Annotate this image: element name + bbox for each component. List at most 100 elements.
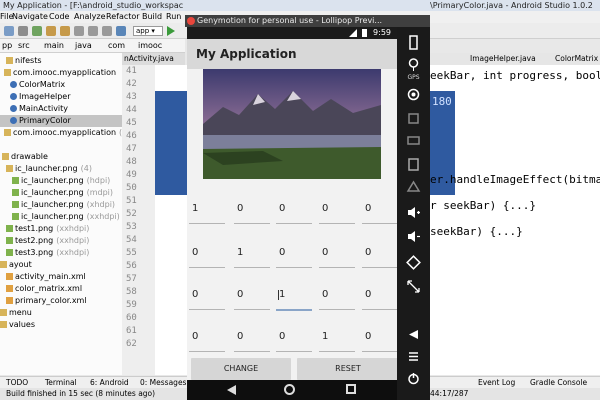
matrix-cell-input[interactable]: 0	[192, 331, 198, 342]
reset-button[interactable]: RESET	[297, 358, 399, 380]
tree-item[interactable]: test1.png (xxhdpi)	[0, 223, 89, 235]
tree-item[interactable]: color_matrix.xml	[0, 283, 82, 295]
menu-build[interactable]: Build	[142, 11, 162, 23]
menu-analyze[interactable]: Analyze	[74, 11, 106, 23]
matrix-cell-input[interactable]: 1	[279, 289, 285, 300]
tree-item[interactable]: activity_main.xml	[0, 271, 86, 283]
matrix-cell-input[interactable]: 0	[237, 289, 243, 300]
matrix-cell-input[interactable]: 1	[192, 203, 198, 214]
folder-icon	[4, 69, 11, 76]
save-icon[interactable]	[18, 26, 28, 36]
breadcrumb-item[interactable]: java	[75, 39, 92, 53]
id-icon[interactable]	[406, 133, 421, 148]
remote-control-icon[interactable]	[406, 111, 421, 126]
camera-icon[interactable]	[406, 87, 421, 102]
tree-item[interactable]: menu	[0, 307, 32, 319]
breadcrumb-item[interactable]: pp	[2, 39, 12, 53]
redo-icon[interactable]	[60, 26, 70, 36]
run-config-select[interactable]: app ▾	[133, 26, 163, 36]
caret-position[interactable]: 44:17/287	[430, 388, 468, 400]
tree-item[interactable]: com.imooc.myapplication	[0, 67, 116, 79]
tree-item[interactable]: ColorMatrix	[0, 79, 65, 91]
tree-item[interactable]: nifests	[0, 55, 42, 67]
network-icon[interactable]	[406, 179, 421, 194]
tree-item[interactable]: ic_launcher.png (xhdpi)	[0, 199, 115, 211]
tab-color-matrix[interactable]: ColorMatrix	[555, 53, 598, 65]
matrix-cell-input[interactable]: 0	[192, 247, 198, 258]
device-screen[interactable]: 9:59 My Application CHANGE RESET 1 0 0 0…	[187, 27, 399, 400]
line-number: 62	[126, 339, 137, 349]
tab-main-activity[interactable]: nActivity.java	[120, 53, 185, 65]
find-icon[interactable]	[116, 26, 126, 36]
copy-icon[interactable]	[88, 26, 98, 36]
tree-item[interactable]: MainActivity	[0, 103, 68, 115]
menu-navigate[interactable]: Navigate	[12, 11, 48, 23]
matrix-cell-input[interactable]: 0	[322, 247, 328, 258]
matrix-cell-input[interactable]: 0	[237, 203, 243, 214]
menu-code[interactable]: Code	[49, 11, 69, 23]
code-line: eekBar, int progress, boole	[430, 69, 600, 82]
tree-item[interactable]: drawable	[0, 151, 48, 163]
menu-icon[interactable]	[406, 349, 421, 364]
sync-icon[interactable]	[32, 26, 42, 36]
matrix-cell-input[interactable]: 0	[365, 331, 371, 342]
scale-icon[interactable]	[406, 279, 421, 294]
code-line: seekBar) {...}	[430, 225, 523, 238]
volume-down-icon[interactable]	[406, 229, 421, 244]
battery-widget-icon[interactable]	[406, 35, 421, 50]
tree-item[interactable]: test2.png (xxhdpi)	[0, 235, 89, 247]
matrix-cell-input[interactable]: 0	[279, 203, 285, 214]
home-icon[interactable]	[284, 384, 295, 395]
change-button[interactable]: CHANGE	[191, 358, 291, 380]
matrix-cell-input[interactable]: 0	[279, 331, 285, 342]
cut-icon[interactable]	[74, 26, 84, 36]
recent-apps-icon[interactable]	[346, 384, 356, 394]
matrix-cell-input[interactable]: 0	[322, 289, 328, 300]
tree-item[interactable]: ayout	[0, 259, 32, 271]
line-number: 53	[126, 222, 137, 232]
tree-item[interactable]: primary_color.xml	[0, 295, 87, 307]
menu-run[interactable]: Run	[166, 11, 181, 23]
line-number: 61	[126, 326, 137, 336]
tree-item-hint: (xxhdpi)	[86, 212, 120, 221]
volume-up-icon[interactable]	[406, 205, 421, 220]
undo-icon[interactable]	[46, 26, 56, 36]
tree-item[interactable]: values	[0, 319, 35, 331]
tree-item[interactable]: ic_launcher.png (mdpi)	[0, 187, 113, 199]
disk-icon[interactable]	[406, 157, 421, 172]
menu-refactor[interactable]: Refactor	[106, 11, 140, 23]
tree-item[interactable]: ic_launcher.png (4)	[0, 163, 92, 175]
back-button-icon[interactable]	[406, 327, 421, 342]
matrix-cell-input[interactable]: 0	[192, 289, 198, 300]
run-config-label: app	[136, 27, 150, 35]
run-icon[interactable]	[167, 26, 175, 36]
matrix-cell-input[interactable]: 0	[322, 203, 328, 214]
matrix-cell-input[interactable]: 0	[365, 247, 371, 258]
text-cursor	[278, 290, 279, 300]
open-icon[interactable]	[4, 26, 14, 36]
gps-icon[interactable]	[406, 57, 421, 72]
breadcrumb-item[interactable]: imooc	[138, 39, 162, 53]
matrix-cell-input[interactable]: 0	[237, 331, 243, 342]
rotate-icon[interactable]	[406, 255, 421, 270]
tree-item[interactable]: PrimaryColor	[0, 115, 122, 127]
power-icon[interactable]	[406, 371, 421, 386]
breadcrumb-item[interactable]: src	[18, 39, 30, 53]
matrix-cell-input[interactable]: 1	[322, 331, 328, 342]
matrix-cell-input[interactable]: 1	[237, 247, 243, 258]
tree-item[interactable]: ImageHelper	[0, 91, 71, 103]
matrix-cell-underline	[276, 309, 312, 311]
tree-item[interactable]: ic_launcher.png (hdpi)	[0, 175, 110, 187]
tree-item[interactable]: test3.png (xxhdpi)	[0, 247, 89, 259]
line-number: 60	[126, 313, 137, 323]
back-icon[interactable]	[227, 385, 236, 395]
matrix-cell-input[interactable]: 0	[365, 203, 371, 214]
tab-image-helper[interactable]: ImageHelper.java	[470, 53, 536, 65]
breadcrumb-item[interactable]: main	[44, 39, 64, 53]
paste-icon[interactable]	[102, 26, 112, 36]
matrix-cell-input[interactable]: 0	[365, 289, 371, 300]
tree-item[interactable]: ic_launcher.png (xxhdpi)	[0, 211, 120, 223]
matrix-cell-input[interactable]: 0	[279, 247, 285, 258]
breadcrumb-item[interactable]: com	[108, 39, 125, 53]
android-status-bar: 9:59	[187, 27, 397, 39]
